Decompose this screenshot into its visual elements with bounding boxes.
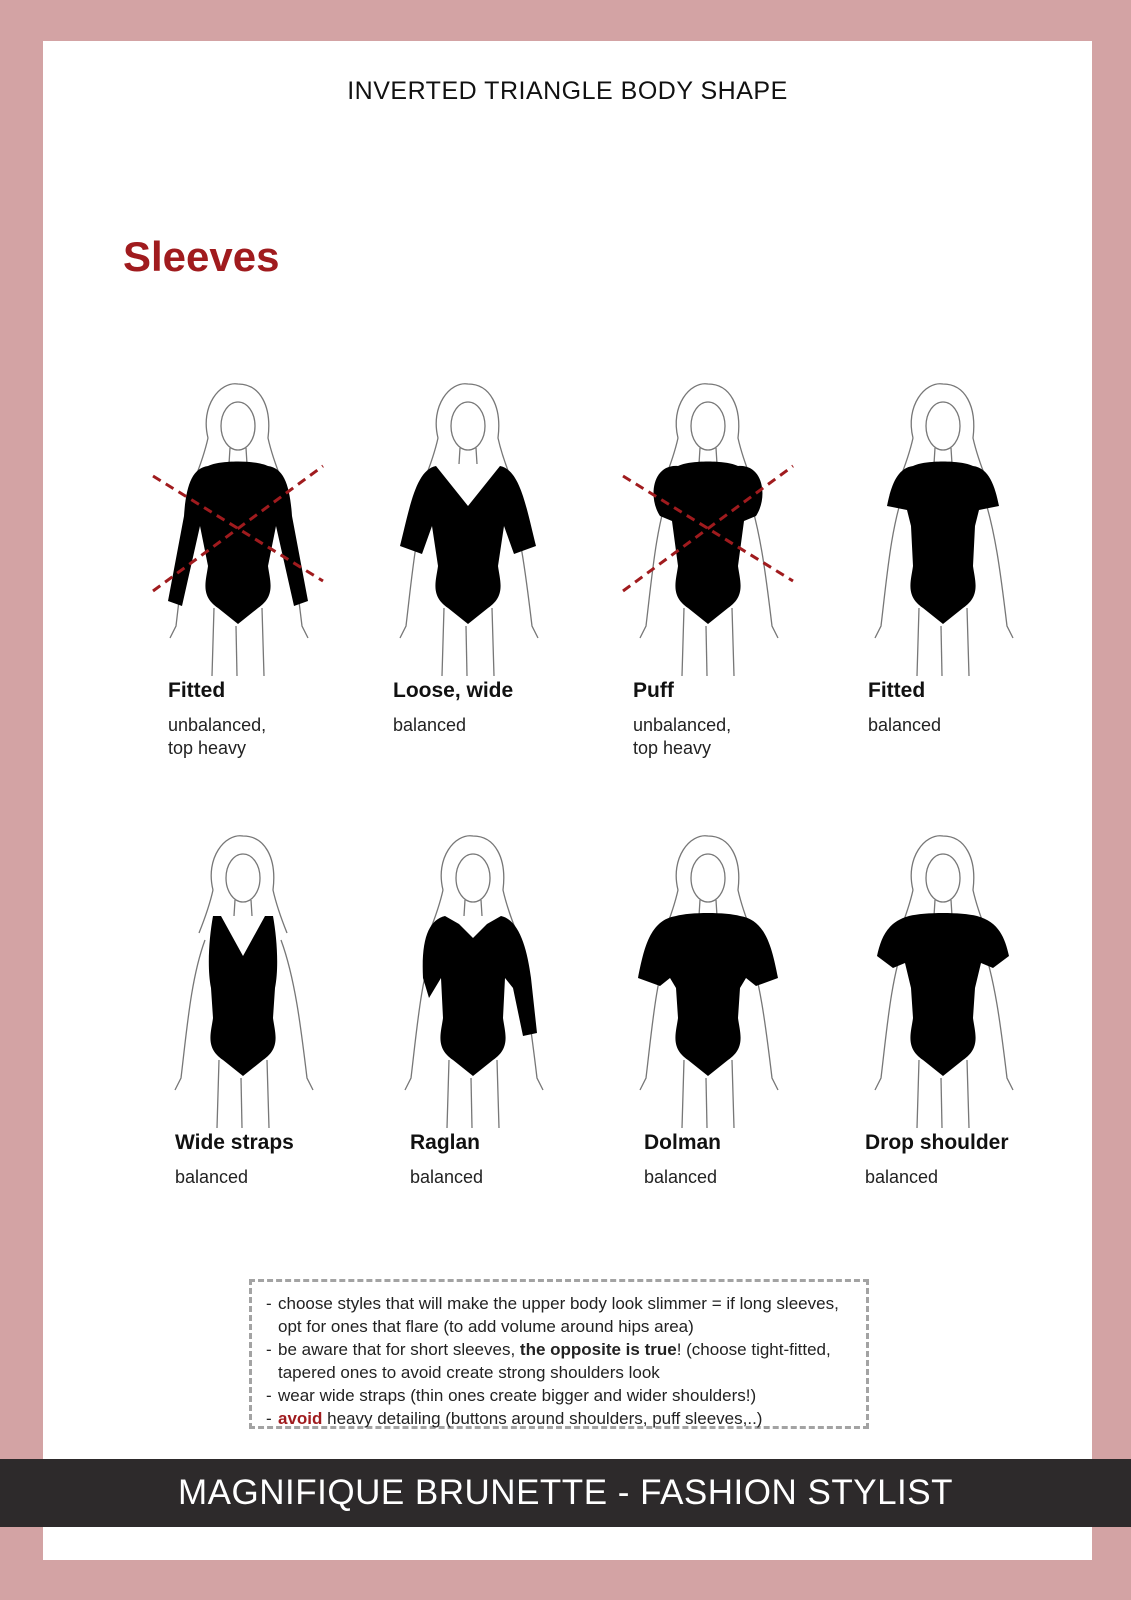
tips-box: - choose styles that will make the upper …	[249, 1279, 869, 1429]
figure-card-fitted-long: Fitted unbalanced, top heavy	[108, 376, 348, 806]
figure-card-dolman: Dolman balanced	[578, 828, 818, 1258]
drop-shoulder-illustration	[813, 828, 1053, 1128]
fitted-long-sleeve-illustration	[108, 376, 348, 676]
figure-card-puff: Puff unbalanced, top heavy	[578, 376, 818, 806]
tip-item: - wear wide straps (thin ones create bigg…	[266, 1386, 757, 1405]
figure-verdict: balanced	[644, 1167, 718, 1187]
figure-verdict: balanced	[410, 1167, 484, 1187]
tip-item: - choose styles that will make the upper …	[266, 1294, 839, 1336]
figure-card-raglan: Raglan balanced	[343, 828, 583, 1258]
figure-label: Raglan	[410, 1131, 481, 1154]
figure-label: Fitted	[868, 679, 926, 702]
tip-item: - be aware that for short sleeves, the op…	[266, 1340, 831, 1382]
figure-verdict: balanced	[868, 715, 942, 735]
footer-banner: MAGNIFIQUE BRUNETTE - FASHION STYLIST	[0, 1459, 1131, 1527]
figure-verdict: balanced	[175, 1167, 249, 1187]
fitted-short-sleeve-illustration	[813, 376, 1053, 676]
loose-wide-sleeve-illustration	[338, 376, 578, 676]
figure-verdict: unbalanced, top heavy	[168, 715, 267, 758]
figure-label: Dolman	[644, 1131, 722, 1154]
document-title: INVERTED TRIANGLE BODY SHAPE	[347, 77, 788, 105]
figure-verdict: balanced	[393, 715, 467, 735]
figure-verdict: unbalanced, top heavy	[633, 715, 732, 758]
figure-label: Wide straps	[175, 1131, 294, 1154]
puff-sleeve-illustration	[578, 376, 818, 676]
tip-item: - avoid heavy detailing (buttons around s…	[266, 1409, 763, 1428]
figure-label: Fitted	[168, 679, 226, 702]
figure-card-wide-straps: Wide straps balanced	[113, 828, 353, 1258]
figure-card-loose-wide: Loose, wide balanced	[338, 376, 578, 806]
figure-label: Loose, wide	[393, 679, 514, 702]
figure-verdict: balanced	[865, 1167, 939, 1187]
wide-straps-illustration	[113, 828, 353, 1128]
figure-card-drop-shoulder: Drop shoulder balanced	[813, 828, 1053, 1258]
section-heading: Sleeves	[123, 233, 280, 280]
figure-label: Drop shoulder	[865, 1131, 1009, 1154]
tip-warning-word: avoid	[278, 1409, 323, 1428]
tip-emphasis: the opposite is true	[519, 1340, 677, 1359]
raglan-sleeve-illustration	[343, 828, 583, 1128]
dolman-sleeve-illustration	[578, 828, 818, 1128]
figure-card-fitted-short: Fitted balanced	[813, 376, 1053, 806]
page: INVERTED TRIANGLE BODY SHAPE Sleeves Fit…	[43, 41, 1092, 1560]
figure-label: Puff	[633, 679, 674, 702]
